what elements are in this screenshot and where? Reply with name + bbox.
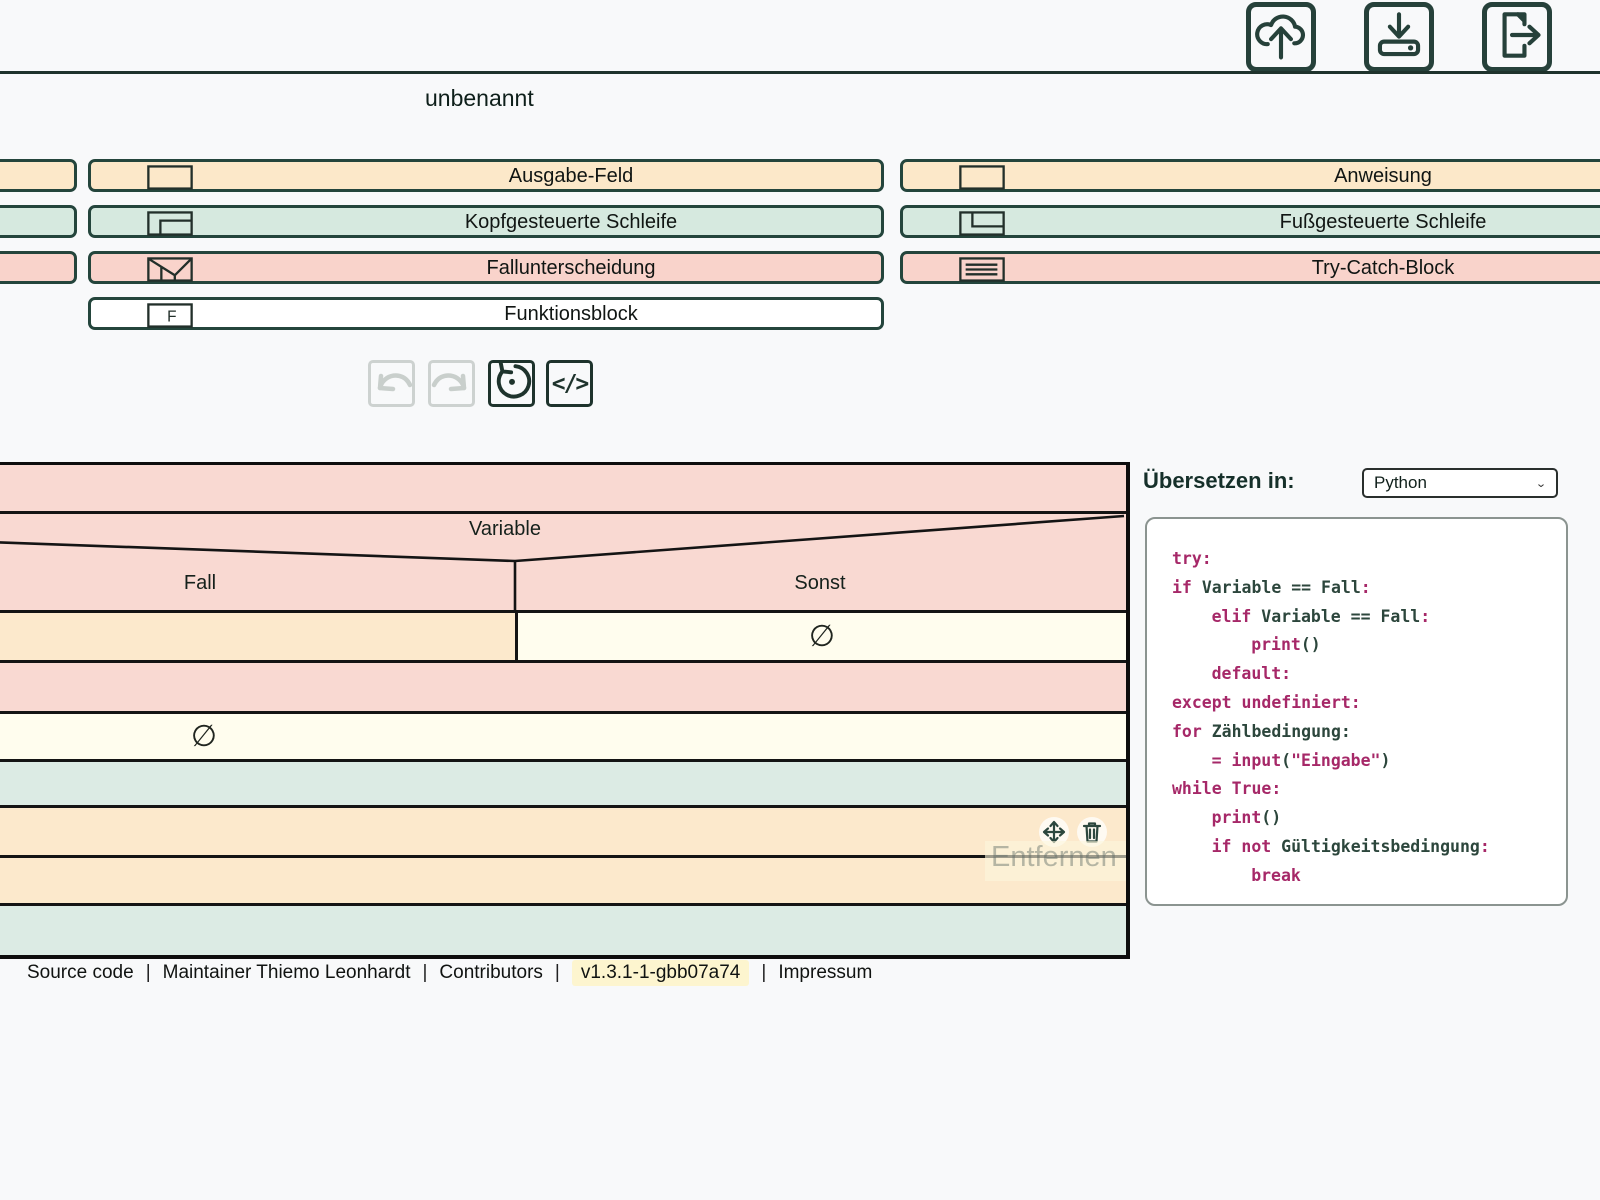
struktog-app: unbenannt Ausgabe-Feld Kopfgesteuerte Sch…: [0, 0, 1600, 1200]
try-catch-icon: [958, 257, 1006, 282]
undo-icon: [369, 358, 415, 409]
reset-icon: [492, 361, 532, 406]
code-line: while True:: [1172, 775, 1556, 804]
palette-button-try-catch-block[interactable]: Try-Catch-Block: [900, 251, 1600, 284]
delete-tooltip: Entfernen: [985, 841, 1130, 881]
code-line: break: [1172, 862, 1556, 891]
cloud-upload-icon: [1252, 6, 1310, 69]
palette-button-label: Try-Catch-Block: [1312, 257, 1455, 280]
code-line: try:: [1172, 545, 1556, 574]
download-icon: [1370, 6, 1428, 69]
file-export-icon: [1488, 6, 1546, 69]
palette-button-cutoff[interactable]: [0, 159, 77, 192]
catch-section-row[interactable]: [0, 663, 1126, 714]
code-line: = input("Eingabe"): [1172, 747, 1556, 776]
export-button[interactable]: [1482, 2, 1552, 72]
svg-text:F: F: [167, 308, 176, 325]
code-line: print(): [1172, 631, 1556, 660]
code-line: default:: [1172, 660, 1556, 689]
redo-icon: [429, 358, 475, 409]
palette-button-label: Kopfgesteuerte Schleife: [465, 211, 677, 234]
footer-item-source-code[interactable]: Source code: [27, 962, 134, 984]
empty-placeholder: ∅: [809, 622, 835, 652]
project-title[interactable]: unbenannt: [425, 85, 534, 112]
header-divider: [0, 71, 1600, 74]
case-branch-cell[interactable]: [0, 613, 518, 660]
case-header-row[interactable]: Variable Fall Sonst: [0, 514, 1126, 613]
palette-button-cutoff[interactable]: [0, 205, 77, 238]
palette-button-label: Funktionsblock: [504, 303, 637, 326]
footer-item-contributors[interactable]: Contributors: [439, 962, 543, 984]
code-line: elif Variable == Fall:: [1172, 603, 1556, 632]
footer-separator: |: [146, 962, 151, 984]
palette-button-funktionsblock[interactable]: F Funktionsblock: [88, 297, 884, 330]
code-line: if not Gültigkeitsbedingung:: [1172, 833, 1556, 862]
palette-button-label: Anweisung: [1334, 165, 1432, 188]
palette-button-kopfgesteuerte-schleife[interactable]: Kopfgesteuerte Schleife: [88, 205, 884, 238]
output-node-row[interactable]: [0, 858, 1126, 906]
chevron-down-icon: ⌄: [1535, 476, 1547, 490]
footer-item-maintainer-thiemo-leonhardt: Maintainer Thiemo Leonhardt: [163, 962, 411, 984]
palette-button-label: Fallunterscheidung: [487, 257, 656, 280]
case-variable-field[interactable]: Variable: [469, 518, 541, 541]
redo-button[interactable]: [428, 360, 475, 407]
footer-separator: |: [422, 962, 427, 984]
code-icon: </>: [552, 371, 588, 397]
count-loop-header-row[interactable]: [0, 762, 1126, 808]
case-else-label: Sonst: [794, 572, 845, 595]
language-select[interactable]: Python ⌄: [1362, 468, 1558, 498]
structogram-canvas: Variable Fall Sonst ∅ ∅: [0, 462, 1130, 959]
palette-button-ausgabe-feld[interactable]: Ausgabe-Feld: [88, 159, 884, 192]
case-diagonal-lines: [0, 514, 1126, 610]
code-line: if Variable == Fall:: [1172, 574, 1556, 603]
palette-button-label: Fußgesteuerte Schleife: [1280, 211, 1487, 234]
output-block-icon: [146, 165, 194, 190]
empty-placeholder: ∅: [191, 722, 217, 752]
function-block-icon: F: [146, 303, 194, 328]
footer-separator: |: [761, 962, 766, 984]
catch-body-row[interactable]: ∅: [0, 714, 1126, 762]
generated-code-panel: try:if Variable == Fall:elif Variable ==…: [1145, 517, 1568, 906]
foot-loop-icon: [958, 211, 1006, 236]
foot-loop-footer-row[interactable]: [0, 906, 1126, 955]
footer-separator: |: [555, 962, 560, 984]
save-button[interactable]: [1364, 2, 1434, 72]
reset-button[interactable]: [488, 360, 535, 407]
palette-button-cutoff[interactable]: [0, 251, 77, 284]
case-else-cell[interactable]: ∅: [518, 613, 1126, 660]
language-select-value: Python: [1374, 473, 1535, 493]
head-loop-icon: [146, 211, 194, 236]
code-line: for Zählbedingung:: [1172, 718, 1556, 747]
code-line: print(): [1172, 804, 1556, 833]
code-toggle-button[interactable]: </>: [546, 360, 593, 407]
try-section-row[interactable]: [0, 465, 1126, 514]
cloud-upload-button[interactable]: [1246, 2, 1316, 72]
case-body-row: ∅: [0, 613, 1126, 663]
case-block-icon: [146, 257, 194, 282]
palette-button-anweisung[interactable]: Anweisung: [900, 159, 1600, 192]
footer-item-v1-3-1-1-gbb07a74[interactable]: v1.3.1-1-gbb07a74: [572, 960, 750, 986]
footer-item-impressum[interactable]: Impressum: [778, 962, 872, 984]
palette-button-fu-gesteuerte-schleife[interactable]: Fußgesteuerte Schleife: [900, 205, 1600, 238]
palette-button-label: Ausgabe-Feld: [509, 165, 634, 188]
undo-button[interactable]: [368, 360, 415, 407]
palette-button-fallunterscheidung[interactable]: Fallunterscheidung: [88, 251, 884, 284]
input-node-row[interactable]: [0, 808, 1126, 858]
statement-block-icon: [958, 165, 1006, 190]
footer: Source code | Maintainer Thiemo Leonhardt |…: [27, 960, 872, 986]
translate-label: Übersetzen in:: [1143, 468, 1295, 494]
code-line: except undefiniert:: [1172, 689, 1556, 718]
case-branch-label[interactable]: Fall: [184, 572, 216, 595]
